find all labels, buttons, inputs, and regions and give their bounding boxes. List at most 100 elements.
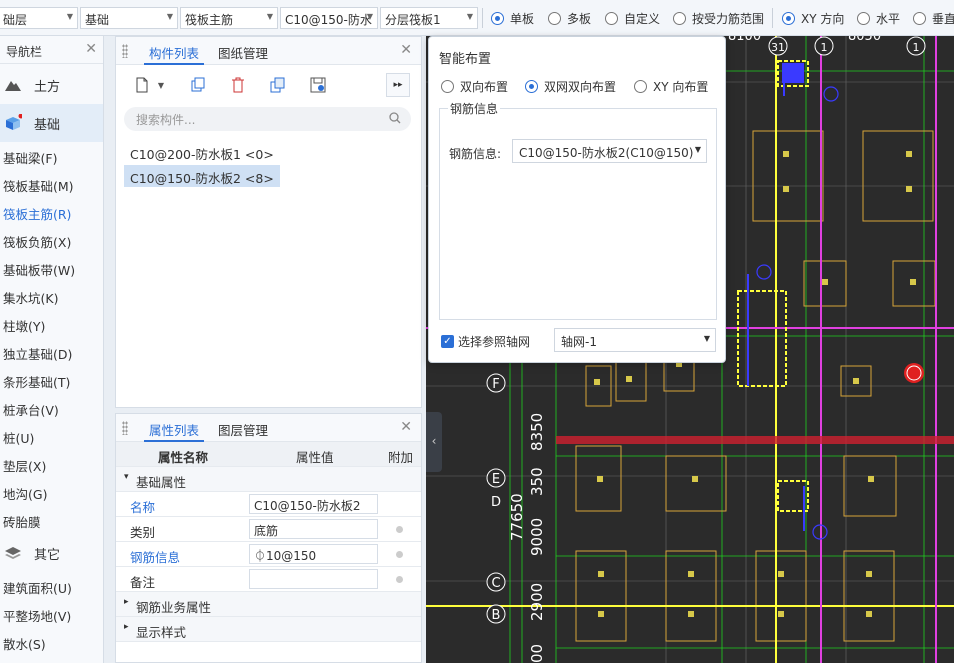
- nav-item-raft-main-rebar[interactable]: 筏板主筋(R): [0, 198, 103, 226]
- nav-item-sump-pit[interactable]: 集水坑(K): [0, 282, 103, 310]
- close-icon[interactable]: ✕: [400, 419, 412, 435]
- radio-label: 垂直: [932, 12, 954, 26]
- nav-category-foundation[interactable]: 基础: [0, 104, 103, 142]
- search-placeholder: 搜索构件...: [136, 113, 196, 127]
- component-type-select[interactable]: 筏板主筋 ▼: [180, 7, 278, 29]
- trash-icon: [232, 77, 244, 93]
- drag-handle-icon[interactable]: [122, 44, 128, 58]
- radio-custom[interactable]: 自定义: [605, 10, 660, 27]
- radio-multi-board[interactable]: 多板: [548, 10, 591, 27]
- component-item[interactable]: C10@200-防水板1 <0>: [124, 141, 280, 163]
- radio-single-board[interactable]: 单板: [491, 10, 534, 27]
- nav-category-earthwork[interactable]: 土方: [0, 66, 103, 104]
- nav-item-cushion[interactable]: 垫层(X): [0, 450, 103, 478]
- radio-icon: [491, 12, 504, 25]
- rebar-markers: [756, 86, 839, 540]
- component-select[interactable]: C10@150-防水 ▼: [280, 7, 378, 29]
- dim-label: 2900: [528, 583, 546, 621]
- radio-horizontal[interactable]: 水平: [857, 10, 900, 27]
- close-icon[interactable]: ✕: [400, 42, 412, 58]
- radio-label: 按受力筋范围: [692, 12, 765, 26]
- copy-button[interactable]: [186, 73, 210, 97]
- chevron-down-icon: ▼: [166, 12, 173, 21]
- axis-grid-select[interactable]: 轴网-1 ▼: [554, 328, 716, 352]
- property-value-input[interactable]: ⏀10@150: [249, 544, 378, 564]
- nav-item-column-pier[interactable]: 柱墩(Y): [0, 310, 103, 338]
- property-value-input[interactable]: C10@150-防水板2: [249, 494, 378, 514]
- radio-bidirectional[interactable]: 双向布置: [441, 78, 508, 95]
- tab-component-list[interactable]: 构件列表: [149, 43, 199, 62]
- extra-checkbox[interactable]: [396, 576, 403, 583]
- column-header-value: 属性值: [296, 450, 334, 465]
- radio-label: 多板: [567, 12, 592, 26]
- reference-axis-checkbox[interactable]: ✓ 选择参照轴网: [441, 333, 530, 350]
- floor-select[interactable]: 础层 ▼: [0, 7, 78, 29]
- nav-item-pile-cap[interactable]: 桩承台(V): [0, 394, 103, 422]
- property-value-input[interactable]: 底筋: [249, 519, 378, 539]
- radio-by-force-range[interactable]: 按受力筋范围: [673, 10, 764, 27]
- radio-label: 自定义: [624, 12, 661, 26]
- axis-label-f: F: [492, 377, 499, 392]
- nav-item-pile[interactable]: 桩(U): [0, 422, 103, 450]
- radio-xy-layout[interactable]: XY 向布置: [634, 78, 708, 95]
- table-row: 名称 C10@150-防水板2: [116, 492, 421, 517]
- radio-xy-direction[interactable]: XY 方向: [782, 10, 844, 27]
- collapse-panel-button[interactable]: ‹: [426, 412, 442, 472]
- nav-category-other[interactable]: 其它: [0, 534, 103, 572]
- group-display-style[interactable]: ▸ 显示样式: [116, 617, 421, 642]
- duplicate-icon: [270, 77, 285, 93]
- radio-icon: [782, 12, 795, 25]
- property-value-input[interactable]: [249, 569, 378, 589]
- axis-label-top: 1: [913, 41, 920, 54]
- extra-checkbox[interactable]: [396, 526, 403, 533]
- nav-item-raft-negative-rebar[interactable]: 筏板负筋(X): [0, 226, 103, 254]
- nav-item-foundation-strip[interactable]: 基础板带(W): [0, 254, 103, 282]
- extra-checkbox[interactable]: [396, 551, 403, 558]
- new-component-button[interactable]: [130, 73, 154, 97]
- drag-handle-icon[interactable]: [122, 421, 128, 435]
- category-select[interactable]: 基础 ▼: [80, 7, 178, 29]
- top-toolbar: 础层 ▼ 基础 ▼ 筏板主筋 ▼ C10@150-防水 ▼ 分层筏板1 ▼ 单板 多板 自…: [0, 0, 954, 36]
- column-header-name: 属性名称: [158, 450, 209, 465]
- nav-item-raft-foundation[interactable]: 筏板基础(M): [0, 170, 103, 198]
- more-button[interactable]: ▸▸: [386, 73, 410, 97]
- export-button[interactable]: [306, 73, 330, 97]
- nav-item-site-leveling[interactable]: 平整场地(V): [0, 600, 103, 628]
- property-name: 名称: [130, 500, 156, 515]
- dim-label: 9000: [528, 518, 546, 556]
- component-item-selected[interactable]: C10@150-防水板2 <8>: [124, 165, 280, 187]
- delete-button[interactable]: [226, 73, 250, 97]
- radio-label: XY 向布置: [653, 80, 709, 94]
- group-basic-properties[interactable]: ▾ 基础属性: [116, 467, 421, 492]
- properties-header: 属性列表 图层管理 ✕: [116, 414, 421, 442]
- layer-select[interactable]: 分层筏板1 ▼: [380, 7, 478, 29]
- tab-layer-management[interactable]: 图层管理: [218, 420, 268, 439]
- rebar-info-label: 钢筋信息:: [449, 147, 502, 161]
- nav-item-apron[interactable]: 散水(S): [0, 628, 103, 656]
- close-icon[interactable]: ✕: [85, 41, 97, 57]
- nav-item-trench[interactable]: 地沟(G): [0, 478, 103, 506]
- tab-properties[interactable]: 属性列表: [149, 420, 199, 439]
- radio-vertical[interactable]: 垂直: [913, 10, 954, 27]
- nav-item-strip-footing[interactable]: 条形基础(T): [0, 366, 103, 394]
- layer-copy-button[interactable]: [266, 73, 290, 97]
- rebar-info-select[interactable]: C10@150-防水板2(C10@150) ▼: [512, 139, 707, 163]
- tab-drawing-management[interactable]: 图纸管理: [218, 43, 268, 62]
- nav-item-building-area[interactable]: 建筑面积(U): [0, 572, 103, 600]
- properties-panel: 属性列表 图层管理 ✕ 属性名称 属性值 附加 ▾ 基础属性 名称 C10@150-…: [115, 413, 422, 663]
- nav-item-isolated-footing[interactable]: 独立基础(D): [0, 338, 103, 366]
- nav-item-foundation-beam[interactable]: 基础梁(F): [0, 142, 103, 170]
- axis-label-b: B: [492, 608, 501, 623]
- component-search-input[interactable]: 搜索构件...: [124, 107, 411, 131]
- axis-label-d: D: [491, 495, 501, 510]
- radio-double-net-bidirectional[interactable]: 双网双向布置: [525, 78, 616, 95]
- nav-item-brick-formwork[interactable]: 砖胎膜: [0, 506, 103, 534]
- chevron-down-icon: ▼: [703, 334, 710, 343]
- checkbox-checked-icon: ✓: [441, 335, 454, 348]
- table-header: 属性名称 属性值 附加: [116, 442, 421, 467]
- new-dropdown-button[interactable]: ▼: [154, 73, 168, 97]
- checkbox-label: 选择参照轴网: [458, 335, 531, 349]
- radio-icon: [634, 80, 647, 93]
- group-rebar-business[interactable]: ▸ 钢筋业务属性: [116, 592, 421, 617]
- table-row: 备注: [116, 567, 421, 592]
